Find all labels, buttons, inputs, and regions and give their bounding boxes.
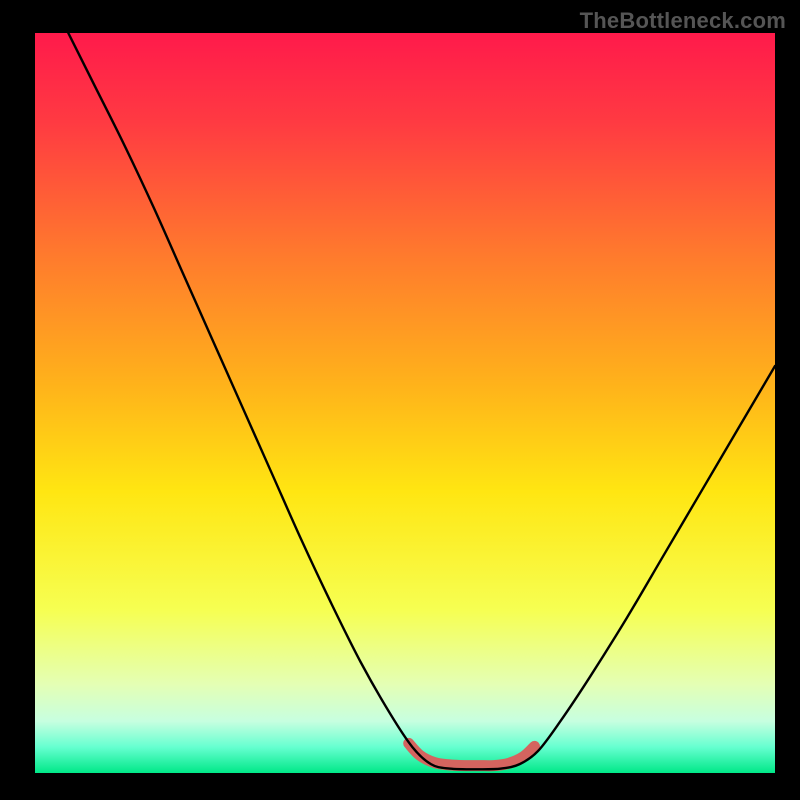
bottleneck-chart [0,0,800,800]
watermark-text: TheBottleneck.com [580,8,786,34]
plot-background [35,33,775,773]
chart-container: TheBottleneck.com [0,0,800,800]
